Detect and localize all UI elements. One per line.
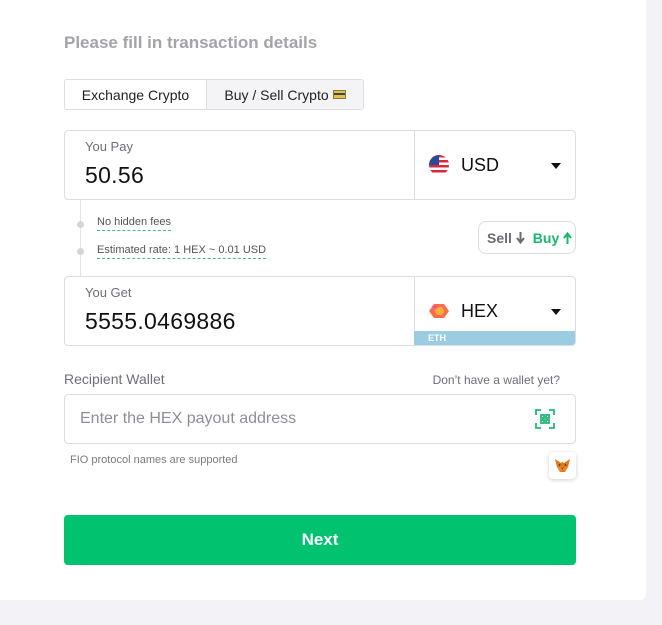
form-title: Please fill in transaction details bbox=[64, 33, 318, 52]
tab-exchange-crypto[interactable]: Exchange Crypto bbox=[65, 80, 207, 109]
tab-buy-sell-crypto[interactable]: Buy / Sell Crypto bbox=[207, 80, 363, 109]
you-get-field: You Get 5555.0469886 HEX ETH bbox=[64, 276, 576, 346]
fio-hint: FIO protocol names are supported bbox=[70, 454, 238, 466]
hex-icon bbox=[429, 301, 449, 321]
metamask-button[interactable] bbox=[549, 452, 576, 479]
no-wallet-link[interactable]: Don’t have a wallet yet? bbox=[433, 373, 560, 387]
wallet-address-field bbox=[64, 394, 576, 444]
arrow-up-icon bbox=[563, 231, 572, 244]
metamask-fox-icon bbox=[555, 459, 570, 472]
tab-buy-sell-crypto-label: Buy / Sell Crypto bbox=[224, 86, 329, 103]
you-pay-field: You Pay 50.56 USD bbox=[64, 130, 576, 200]
recipient-wallet-label: Recipient Wallet bbox=[64, 371, 165, 387]
pay-currency-select[interactable]: USD bbox=[414, 131, 575, 199]
no-hidden-fees-text[interactable]: No hidden fees bbox=[97, 216, 171, 231]
get-currency-code: HEX bbox=[461, 300, 499, 321]
you-pay-amount[interactable]: 50.56 bbox=[85, 162, 144, 189]
details-rail bbox=[80, 200, 81, 276]
pay-currency-code: USD bbox=[461, 154, 500, 175]
buy-toggle-button[interactable]: Buy bbox=[533, 230, 572, 246]
tab-exchange-crypto-label: Exchange Crypto bbox=[81, 86, 190, 103]
mode-tabs: Exchange Crypto Buy / Sell Crypto bbox=[64, 79, 364, 110]
credit-card-icon bbox=[332, 90, 346, 99]
chevron-down-icon bbox=[551, 309, 561, 315]
network-badge: ETH bbox=[414, 331, 575, 345]
bullet-dot bbox=[77, 221, 84, 228]
chevron-down-icon bbox=[551, 163, 561, 169]
you-pay-label: You Pay bbox=[85, 139, 133, 154]
you-get-amount[interactable]: 5555.0469886 bbox=[85, 308, 236, 335]
sell-buy-toggle: Sell Buy bbox=[478, 221, 576, 254]
estimated-rate-text[interactable]: Estimated rate: 1 HEX ~ 0.01 USD bbox=[97, 244, 267, 259]
qr-scan-icon[interactable] bbox=[535, 409, 555, 429]
sell-toggle-button[interactable]: Sell bbox=[487, 230, 525, 246]
you-get-label: You Get bbox=[85, 285, 132, 300]
next-button[interactable]: Next bbox=[64, 515, 576, 565]
bullet-dot bbox=[77, 248, 84, 255]
us-flag-icon bbox=[429, 155, 449, 175]
exchange-form-card: Please fill in transaction details Excha… bbox=[0, 0, 646, 600]
arrow-down-icon bbox=[516, 231, 525, 244]
wallet-address-input[interactable] bbox=[80, 395, 510, 443]
